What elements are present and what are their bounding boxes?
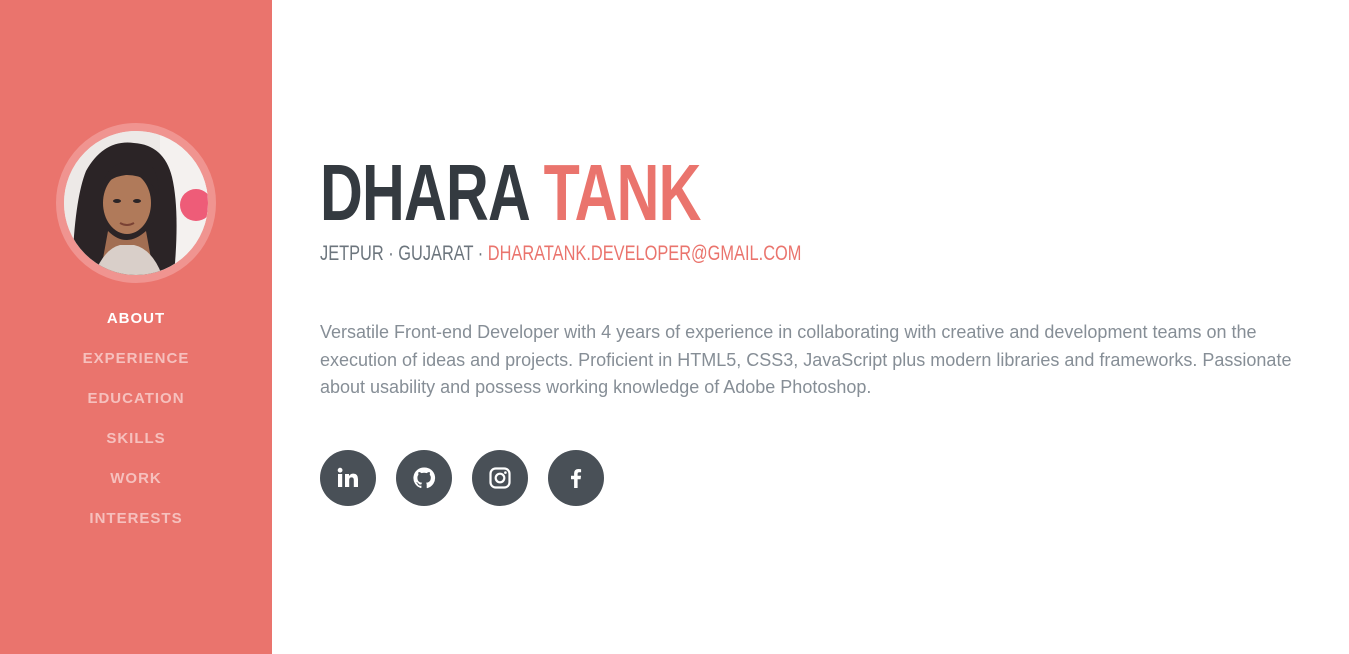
contact-line: Jetpur · Gujarat · dharatank.developer@g…	[320, 241, 801, 267]
github-button[interactable]	[396, 450, 452, 506]
nav-item-interests[interactable]: Interests	[0, 507, 272, 547]
facebook-icon	[564, 466, 588, 490]
last-name: Tank	[543, 148, 702, 237]
nav-label: Education	[87, 390, 185, 407]
first-name: Dhara	[320, 148, 529, 237]
nav-item-experience[interactable]: Experience	[0, 347, 272, 387]
sidebar: About Experience Education Skills Work I…	[0, 0, 272, 654]
nav-label: About	[106, 310, 166, 327]
sidebar-nav: About Experience Education Skills Work I…	[0, 307, 272, 547]
facebook-button[interactable]	[548, 450, 604, 506]
nav-item-work[interactable]: Work	[0, 467, 272, 507]
page: About Experience Education Skills Work I…	[0, 0, 1349, 654]
nav-item-about[interactable]: About	[0, 307, 272, 347]
github-icon	[412, 466, 436, 490]
nav-label: Experience	[82, 350, 190, 367]
linkedin-button[interactable]	[320, 450, 376, 506]
instagram-icon	[488, 466, 512, 490]
email-link[interactable]: dharatank.developer@gmail.com	[488, 242, 802, 265]
nav-item-skills[interactable]: Skills	[0, 427, 272, 467]
nav-label: Skills	[106, 430, 166, 447]
location-text: Jetpur · Gujarat ·	[320, 242, 484, 265]
instagram-button[interactable]	[472, 450, 528, 506]
social-icons	[320, 450, 604, 506]
nav-label: Interests	[89, 510, 183, 527]
avatar	[56, 123, 216, 283]
profile-photo	[64, 131, 208, 275]
summary-text: Versatile Front-end Developer with 4 yea…	[320, 322, 1292, 397]
nav-item-education[interactable]: Education	[0, 387, 272, 427]
linkedin-icon	[336, 466, 360, 490]
nav-label: Work	[110, 470, 162, 487]
page-title: Dhara Tank	[320, 148, 701, 238]
